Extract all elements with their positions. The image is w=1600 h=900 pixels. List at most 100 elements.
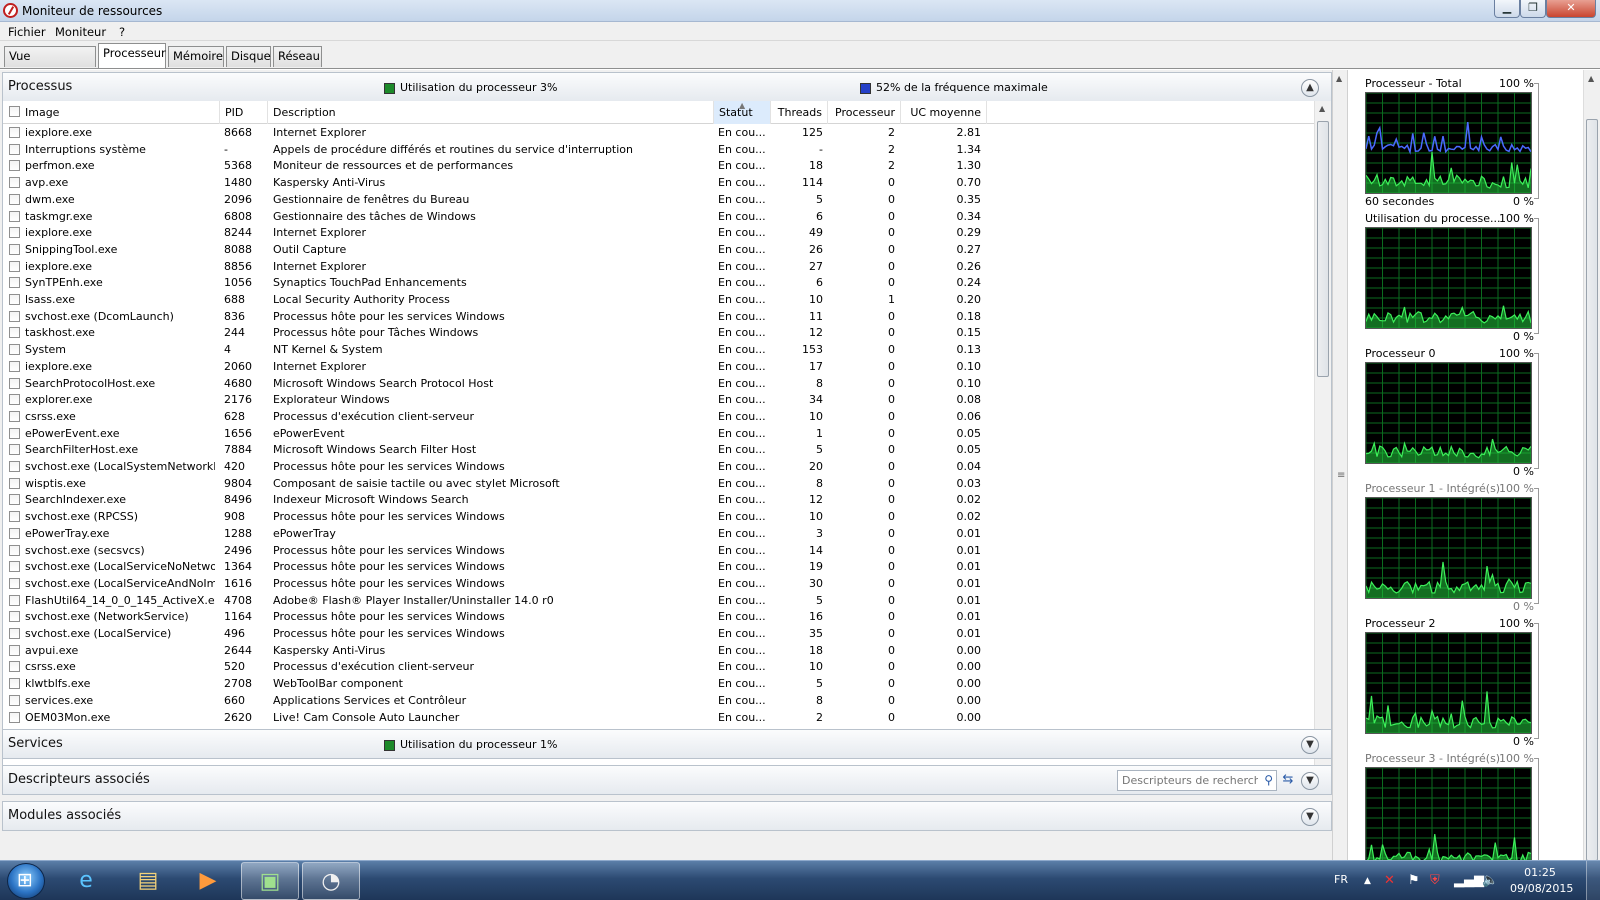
chevron-down-icon[interactable]: ▼ xyxy=(1301,772,1319,790)
language-indicator[interactable]: FR xyxy=(1334,873,1348,886)
row-checkbox[interactable] xyxy=(9,344,20,356)
table-row[interactable]: SearchIndexer.exe 8496 Indexeur Microsoft … xyxy=(3,492,1315,509)
modules-section-header[interactable]: Modules associés ▼ xyxy=(2,801,1332,831)
services-section-header[interactable]: Services Utilisation du processeur 1% ▼ xyxy=(2,729,1332,759)
table-row[interactable]: svchost.exe (RPCSS) 908 Processus hôte pou… xyxy=(3,509,1315,526)
table-row[interactable]: iexplore.exe 8668 Internet Explorer En cou.… xyxy=(3,125,1315,142)
processes-section-header[interactable]: Processus Utilisation du processeur 3% 5… xyxy=(2,72,1332,102)
media-player-icon[interactable]: ▶ xyxy=(179,862,237,900)
row-checkbox[interactable] xyxy=(9,227,20,239)
tab-disque[interactable]: Disque xyxy=(226,46,271,67)
row-checkbox[interactable] xyxy=(9,611,20,623)
table-row[interactable]: dwm.exe 2096 Gestionnaire de fenêtres du B… xyxy=(3,192,1315,209)
row-checkbox[interactable] xyxy=(9,461,20,472)
table-row[interactable]: csrss.exe 628 Processus d'exécution client… xyxy=(3,409,1315,426)
file-explorer-icon[interactable]: ▤ xyxy=(119,862,177,900)
table-row[interactable]: System 4 NT Kernel & System En cou... 153 0 0.… xyxy=(3,342,1315,359)
volume-muted-icon[interactable]: 🔈 xyxy=(1482,873,1498,888)
row-checkbox[interactable] xyxy=(9,694,20,706)
table-row[interactable]: OEM03Mon.exe 2620 Live! Cam Console Auto L… xyxy=(3,710,1315,727)
table-row[interactable]: iexplore.exe 8244 Internet Explorer En cou.… xyxy=(3,225,1315,242)
handles-section-header[interactable]: Descripteurs associés ⚲ ⇆ ▼ xyxy=(2,765,1332,795)
table-row[interactable]: svchost.exe (secsvcs) 2496 Processus hôte … xyxy=(3,543,1315,560)
column-image[interactable]: Image xyxy=(3,101,220,124)
table-row[interactable]: SynTPEnh.exe 1056 Synaptics TouchPad Enhan… xyxy=(3,275,1315,292)
table-row[interactable]: svchost.exe (LocalServiceNoNetwork) 1364 P… xyxy=(3,559,1315,576)
scroll-up-arrow-icon[interactable]: ▲ xyxy=(1319,104,1325,113)
row-checkbox[interactable] xyxy=(9,561,20,573)
start-button[interactable] xyxy=(7,863,45,899)
row-checkbox[interactable] xyxy=(9,544,20,556)
table-row[interactable]: taskhost.exe 244 Processus hôte pour Tâche… xyxy=(3,325,1315,342)
row-checkbox[interactable] xyxy=(9,327,20,339)
row-checkbox[interactable] xyxy=(9,511,20,523)
tab-reseau[interactable]: Réseau xyxy=(273,46,322,67)
close-button[interactable]: ✕ xyxy=(1546,0,1596,18)
chevron-down-icon[interactable]: ▼ xyxy=(1301,808,1319,826)
handles-search-box[interactable]: ⚲ xyxy=(1117,770,1277,791)
row-checkbox[interactable] xyxy=(9,477,20,489)
row-checkbox[interactable] xyxy=(9,711,20,723)
clock[interactable]: 01:25 09/08/2015 xyxy=(1510,865,1573,897)
kaspersky-tray-icon[interactable]: ✕ xyxy=(1384,873,1395,888)
table-row[interactable]: lsass.exe 688 Local Security Authority Pro… xyxy=(3,292,1315,309)
minimize-button[interactable]: ▁ xyxy=(1494,0,1520,18)
table-row[interactable]: wisptis.exe 9804 Composant de saisie tacti… xyxy=(3,476,1315,493)
processes-scrollbar[interactable]: ▲ ▼ xyxy=(1314,101,1331,792)
row-checkbox[interactable] xyxy=(9,177,20,189)
row-checkbox[interactable] xyxy=(9,644,20,656)
table-row[interactable]: iexplore.exe 2060 Internet Explorer En cou.… xyxy=(3,359,1315,376)
chevron-up-icon[interactable]: ▲ xyxy=(1301,79,1319,97)
table-row[interactable]: svchost.exe (NetworkService) 1164 Processu… xyxy=(3,609,1315,626)
row-checkbox[interactable] xyxy=(9,678,20,690)
internet-explorer-icon[interactable]: e xyxy=(57,862,115,900)
row-checkbox[interactable] xyxy=(9,260,20,272)
column-uc-moyenne[interactable]: UC moyenne xyxy=(901,101,987,124)
maximize-button[interactable]: ❐ xyxy=(1520,0,1546,18)
column-description[interactable]: Description xyxy=(268,101,714,124)
row-checkbox[interactable] xyxy=(9,628,20,639)
table-row[interactable]: svchost.exe (LocalService) 496 Processus h… xyxy=(3,626,1315,643)
table-row[interactable]: perfmon.exe 5368 Moniteur de ressources et… xyxy=(3,158,1315,175)
column-statut[interactable]: ▲ Statut xyxy=(714,101,771,124)
row-checkbox[interactable] xyxy=(9,494,20,506)
table-row[interactable]: svchost.exe (LocalSystemNetworkRe... 420 P… xyxy=(3,459,1315,476)
table-row[interactable]: taskmgr.exe 6808 Gestionnaire des tâches d… xyxy=(3,209,1315,226)
show-hidden-icons-icon[interactable]: ▲ xyxy=(1364,876,1371,886)
table-row[interactable]: FlashUtil64_14_0_0_145_ActiveX.exe 4708 Ad… xyxy=(3,593,1315,610)
handles-search-input[interactable] xyxy=(1118,771,1258,790)
chevron-down-icon[interactable]: ▼ xyxy=(1301,736,1319,754)
scroll-thumb[interactable] xyxy=(1317,121,1329,377)
task-manager-icon[interactable]: ▣ xyxy=(241,862,299,900)
table-row[interactable]: explorer.exe 2176 Explorateur Windows En co… xyxy=(3,392,1315,409)
scroll-up-arrow-icon[interactable]: ▲ xyxy=(1588,74,1594,83)
tab-processeur[interactable]: Processeur xyxy=(98,43,166,68)
row-checkbox[interactable] xyxy=(9,577,20,589)
row-checkbox[interactable] xyxy=(9,377,20,389)
table-row[interactable]: ePowerEvent.exe 1656 ePowerEvent En cou... 1… xyxy=(3,426,1315,443)
table-row[interactable]: svchost.exe (DcomLaunch) 836 Processus hôt… xyxy=(3,309,1315,326)
table-row[interactable]: Interruptions système - Appels de procédur… xyxy=(3,142,1315,159)
row-checkbox[interactable] xyxy=(9,661,20,673)
table-row[interactable]: SnippingTool.exe 8088 Outil Capture En cou.… xyxy=(3,242,1315,259)
column-threads[interactable]: Threads xyxy=(771,101,828,124)
pane-splitter[interactable]: ▲ ≡ xyxy=(1332,70,1348,860)
scroll-up-arrow-icon[interactable]: ▲ xyxy=(1336,74,1342,83)
tab-memoire[interactable]: Mémoire xyxy=(168,46,224,67)
splitter-grip-icon[interactable]: ≡ xyxy=(1337,470,1345,481)
row-checkbox[interactable] xyxy=(9,444,20,456)
row-checkbox[interactable] xyxy=(9,193,20,205)
row-checkbox[interactable] xyxy=(9,310,20,322)
show-desktop-button[interactable] xyxy=(1586,861,1600,900)
table-row[interactable]: SearchFilterHost.exe 7884 Microsoft Window… xyxy=(3,442,1315,459)
select-all-checkbox[interactable] xyxy=(9,106,20,117)
column-pid[interactable]: PID xyxy=(220,101,268,124)
resource-monitor-icon[interactable]: ◔ xyxy=(302,862,360,900)
scroll-thumb[interactable] xyxy=(1586,119,1598,861)
row-checkbox[interactable] xyxy=(9,594,20,606)
table-row[interactable]: SearchProtocolHost.exe 4680 Microsoft Wind… xyxy=(3,376,1315,393)
table-row[interactable]: csrss.exe 520 Processus d'exécution client… xyxy=(3,659,1315,676)
row-checkbox[interactable] xyxy=(9,410,20,422)
table-row[interactable]: klwtblfs.exe 2708 WebToolBar component En c… xyxy=(3,676,1315,693)
column-processeur[interactable]: Processeur xyxy=(828,101,901,124)
